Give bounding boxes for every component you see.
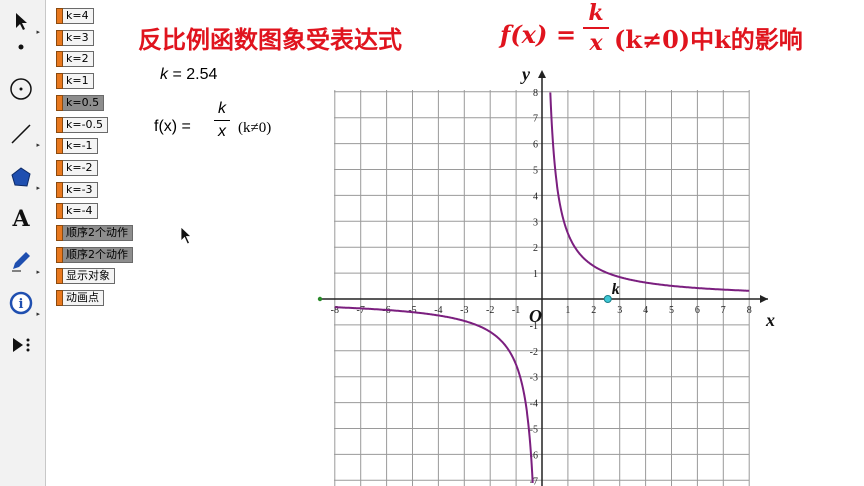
graph-axes [317,70,768,486]
x-tick-label: -3 [460,305,468,316]
curve-branch-positive [549,92,750,292]
coordinate-graph: -8 -7 -6 -5 -4 -3 -2 -1 1 2 3 4 5 6 7 887654321-1-2-3-4… [317,64,775,486]
x-tick-label: 7 [721,305,726,316]
y-axis-label: y [520,64,531,84]
y-tick-label: -5 [530,425,538,436]
y-tick-label: -7 [530,476,538,486]
x-axis-arrow-icon [760,295,768,303]
y-tick-label: 4 [533,191,538,202]
x-tick-label: 2 [591,305,596,316]
x-tick-label: -5 [408,305,416,316]
y-tick-label: 5 [533,166,538,177]
x-axis-end-point [317,296,323,302]
x-tick-label: -1 [512,305,520,316]
curve-branch-negative [334,306,534,483]
x-tick-label: 6 [695,305,700,316]
x-tick-label: 4 [643,305,648,316]
y-tick-label: 6 [533,140,538,151]
y-tick-label: -2 [530,347,538,358]
x-tick-label: 3 [617,305,622,316]
y-tick-label: -4 [530,399,538,410]
x-tick-label: 8 [747,305,752,316]
y-tick-label: 3 [533,217,538,228]
x-tick-label: -2 [486,305,494,316]
y-tick-label: 1 [533,269,538,280]
y-axis-arrow-icon [538,70,546,78]
x-tick-label: 1 [565,305,570,316]
y-tick-label: 8 [533,88,538,99]
x-axis-label: x [765,310,775,330]
origin-label: O [529,306,542,326]
x-tick-label: -7 [357,305,365,316]
k-slider-point [603,295,612,303]
x-tick-label: 5 [669,305,674,316]
k-point-label: k [612,281,620,298]
y-tick-label: 2 [533,243,538,254]
y-tick-label: -3 [530,373,538,384]
y-tick-label: 7 [533,114,538,125]
